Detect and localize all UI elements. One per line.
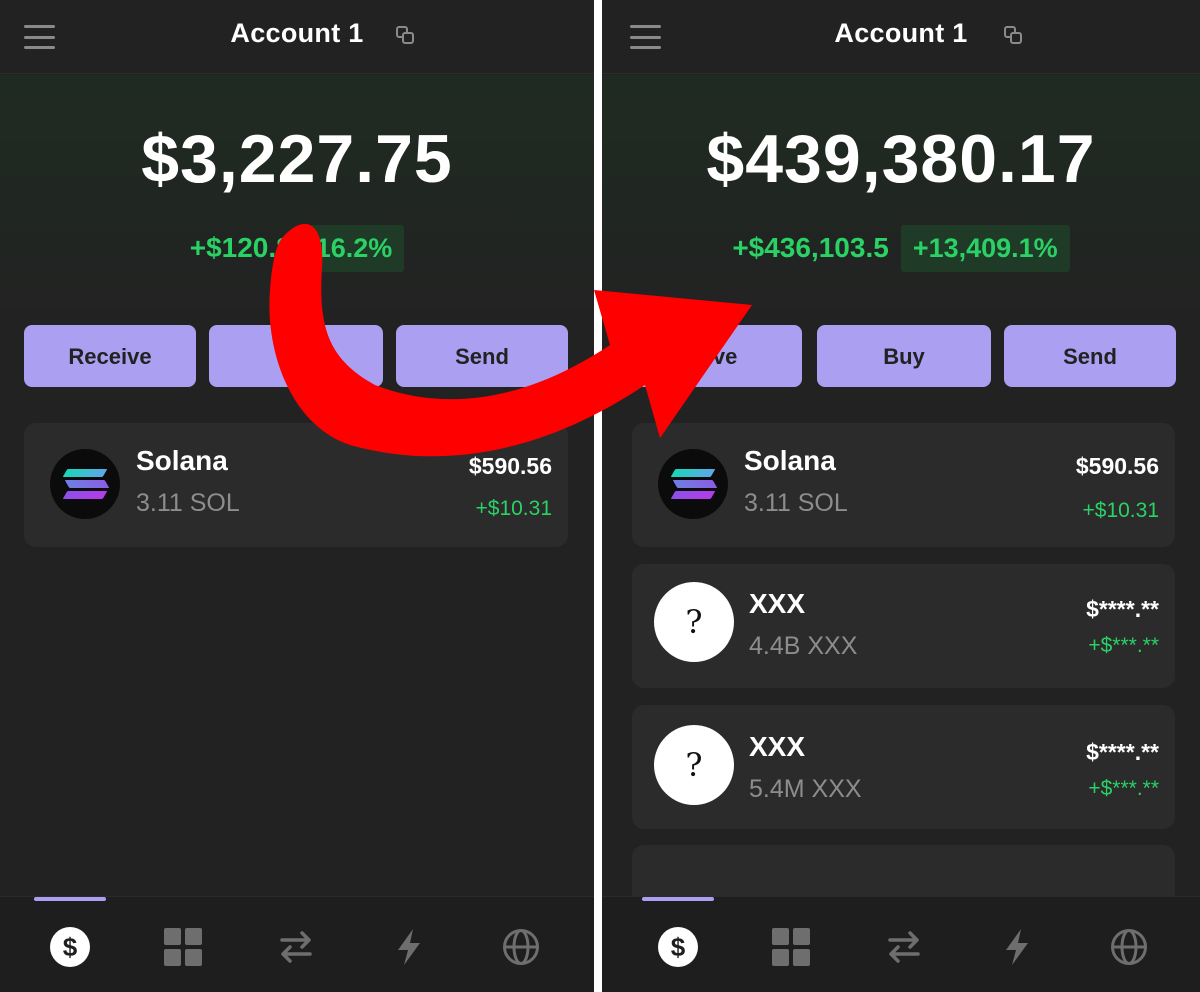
token-name: Solana <box>136 445 228 476</box>
send-button[interactable]: Send <box>396 325 568 387</box>
token-value: $****.** <box>1086 739 1159 765</box>
total-balance: $439,380.17 <box>706 121 1096 197</box>
bottom-tab-bar: $ <box>0 896 594 992</box>
token-name: XXX <box>749 731 806 762</box>
token-value: $****.** <box>1086 596 1159 622</box>
token-row-unknown-2[interactable]: ? XXX 5.4M XXX $****.** +$***.** <box>632 705 1175 829</box>
receive-button[interactable]: Receive <box>24 325 196 387</box>
token-quantity: 3.11 SOL <box>136 489 240 517</box>
account-title[interactable]: Account 1 <box>0 18 594 49</box>
activity-tab-lightning-icon[interactable] <box>997 927 1037 967</box>
change-percent-badge: +13,409.1% <box>900 224 1070 272</box>
solana-logo-icon <box>658 449 728 519</box>
wallet-tab-dollar-icon[interactable]: $ <box>658 927 698 967</box>
collectibles-tab-grid-icon[interactable] <box>771 927 811 967</box>
wallet-screen-after: Account 1 $439,380.17 +$436,103.5 +13,40… <box>602 0 1200 992</box>
bottom-tab-bar: $ <box>602 896 1200 992</box>
total-balance: $3,227.75 <box>141 121 453 197</box>
balance-change: +$436,103.5 +13,409.1% <box>602 224 1200 272</box>
token-gain: +$10.31 <box>475 497 553 520</box>
copy-icon[interactable] <box>1004 26 1024 46</box>
header: Account 1 <box>0 0 594 74</box>
solana-logo-icon <box>50 449 120 519</box>
token-value: $590.56 <box>1075 453 1159 479</box>
activity-tab-lightning-icon[interactable] <box>389 927 429 967</box>
wallet-tab-dollar-icon[interactable]: $ <box>50 927 90 967</box>
change-amount: +$120.8 <box>189 232 292 263</box>
token-gain: +$10.31 <box>1082 499 1160 522</box>
unknown-token-question-icon: ? <box>654 725 734 805</box>
collectibles-tab-grid-icon[interactable] <box>163 927 203 967</box>
browser-tab-globe-icon[interactable] <box>1109 927 1149 967</box>
balance-hero <box>602 75 1200 325</box>
buy-button[interactable]: Buy <box>817 325 991 387</box>
active-tab-indicator <box>642 897 714 901</box>
swap-tab-arrows-icon[interactable] <box>276 927 316 967</box>
copy-icon[interactable] <box>396 26 416 46</box>
balance-change: +$120.8 16.2% <box>0 224 594 272</box>
change-percent-badge: 16.2% <box>303 224 405 272</box>
panel-divider <box>594 0 604 992</box>
change-amount: +$436,103.5 <box>732 232 889 263</box>
wallet-screen-before: Account 1 $3,227.75 +$120.8 16.2% Receiv… <box>0 0 594 992</box>
token-quantity: 5.4M XXX <box>749 775 862 803</box>
send-button[interactable]: Send <box>1004 325 1176 387</box>
receive-button[interactable]: eive <box>630 325 802 387</box>
active-tab-indicator <box>34 897 106 901</box>
browser-tab-globe-icon[interactable] <box>501 927 541 967</box>
token-gain: +$***.** <box>1088 777 1159 800</box>
unknown-token-question-icon: ? <box>654 582 734 662</box>
token-quantity: 4.4B XXX <box>749 632 858 660</box>
balance-hero <box>0 75 594 325</box>
token-name: XXX <box>749 588 806 619</box>
account-title[interactable]: Account 1 <box>602 18 1200 49</box>
header: Account 1 <box>602 0 1200 74</box>
buy-button[interactable]: Bu <box>209 325 383 387</box>
token-quantity: 3.11 SOL <box>744 489 848 517</box>
token-gain: +$***.** <box>1088 634 1159 657</box>
swap-tab-arrows-icon[interactable] <box>884 927 924 967</box>
token-value: $590.56 <box>468 453 552 479</box>
token-row-solana[interactable]: Solana 3.11 SOL $590.56 +$10.31 <box>24 423 568 547</box>
token-name: Solana <box>744 445 836 476</box>
token-row-solana[interactable]: Solana 3.11 SOL $590.56 +$10.31 <box>632 423 1175 547</box>
token-row-unknown-1[interactable]: ? XXX 4.4B XXX $****.** +$***.** <box>632 564 1175 688</box>
